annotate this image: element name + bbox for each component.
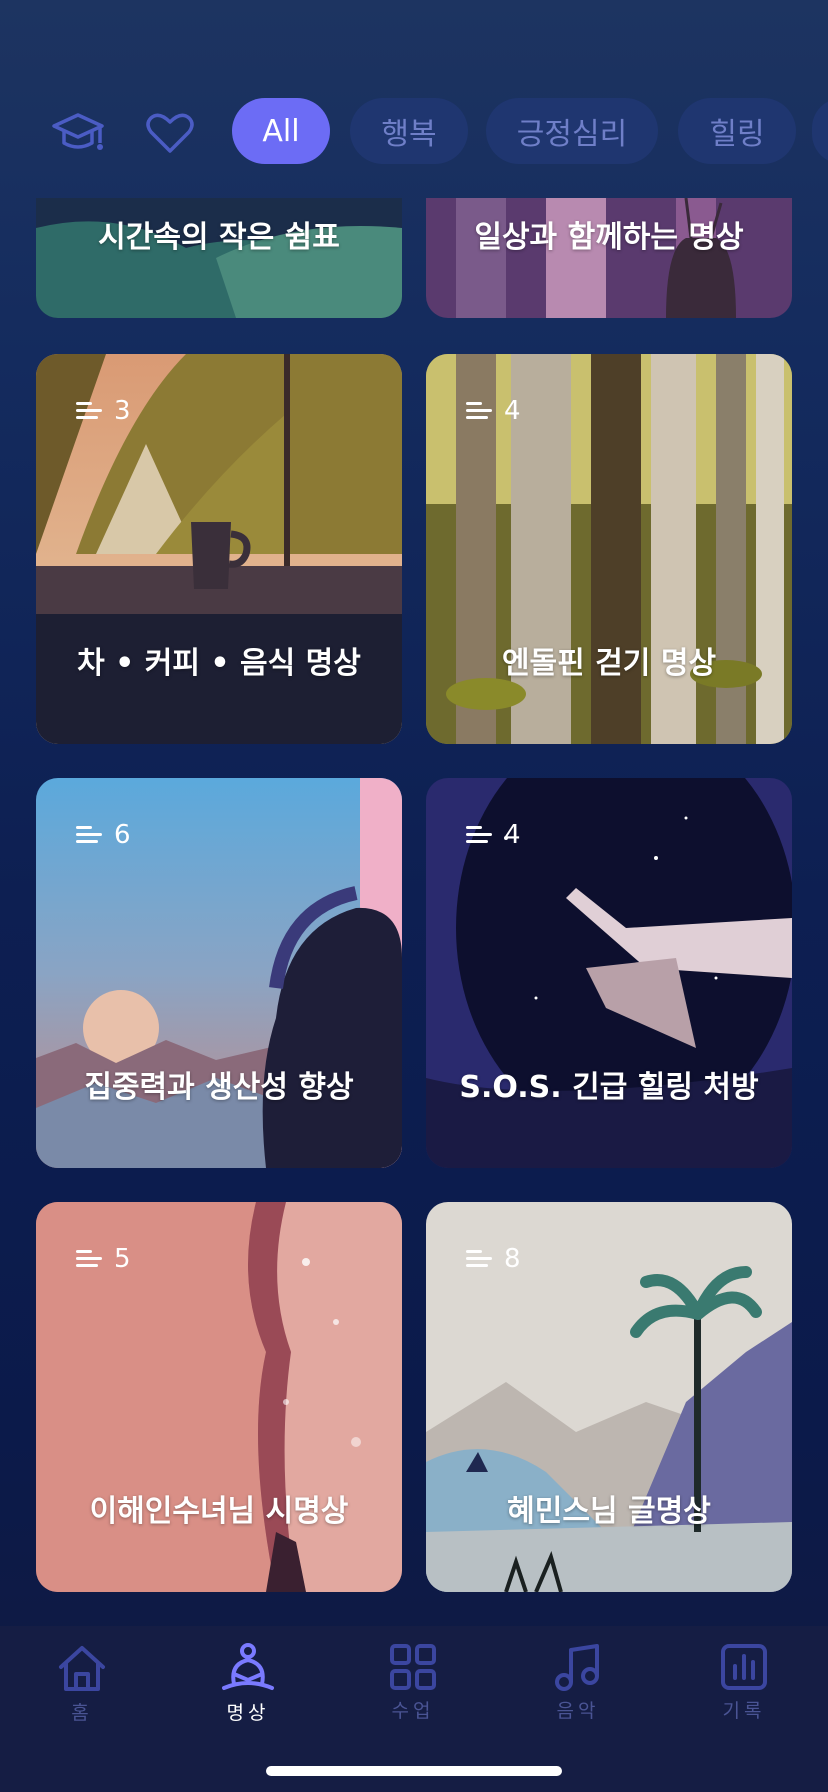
home-icon xyxy=(59,1646,105,1691)
tab-music[interactable]: 음악 xyxy=(518,1642,638,1742)
course-card[interactable]: 4 엔돌핀 걷기 명상 xyxy=(426,354,792,744)
card-title: S.O.S. 긴급 힐링 처방 xyxy=(459,1070,759,1105)
music-note-icon xyxy=(555,1644,599,1691)
course-card[interactable]: 4 S.O.S. 긴급 힐링 처방 xyxy=(426,778,792,1168)
card-title: 일상과 함께하는 명상 xyxy=(474,220,744,255)
list-icon xyxy=(76,826,102,843)
episode-count: 4 xyxy=(466,820,521,850)
tab-meditation[interactable]: 명상 xyxy=(188,1642,308,1742)
heart-icon[interactable] xyxy=(142,108,198,158)
list-icon xyxy=(466,402,492,419)
graduation-cap-icon[interactable] xyxy=(50,108,106,158)
course-card[interactable]: 3 차 • 커피 • 음식 명상 xyxy=(36,354,402,744)
course-card[interactable]: 시간속의 작은 쉼표 xyxy=(36,198,402,318)
filter-chip-all[interactable]: All xyxy=(232,98,330,164)
filter-chip-partial[interactable] xyxy=(812,98,828,164)
course-card[interactable]: 일상과 함께하는 명상 xyxy=(426,198,792,318)
episode-count: 4 xyxy=(466,396,521,426)
episode-count: 8 xyxy=(466,1244,521,1274)
tab-classes[interactable]: 수업 xyxy=(353,1642,473,1742)
chart-icon xyxy=(721,1644,767,1690)
course-card[interactable]: 6 집중력과 생산성 향상 xyxy=(36,778,402,1168)
list-icon xyxy=(466,826,492,843)
list-icon xyxy=(76,1250,102,1267)
home-indicator[interactable] xyxy=(266,1766,562,1776)
episode-count: 5 xyxy=(76,1244,131,1274)
card-title: 집중력과 생산성 향상 xyxy=(84,1070,354,1105)
card-title: 엔돌핀 걷기 명상 xyxy=(501,646,717,681)
card-title: 이해인수녀님 시명상 xyxy=(89,1494,349,1529)
course-grid: 시간속의 작은 쉼표 일상과 함께하는 명상 3 차 • 커피 • 음식 명상 … xyxy=(0,198,828,1612)
tab-records[interactable]: 기록 xyxy=(684,1642,804,1742)
grid-icon xyxy=(390,1644,436,1690)
course-card[interactable]: 5 이해인수녀님 시명상 xyxy=(36,1202,402,1592)
filter-chip-happiness[interactable]: 행복 xyxy=(350,98,468,164)
list-icon xyxy=(76,402,102,419)
filter-chip-healing[interactable]: 힐링 xyxy=(678,98,796,164)
card-title: 차 • 커피 • 음식 명상 xyxy=(77,646,361,681)
card-title: 시간속의 작은 쉼표 xyxy=(98,220,340,255)
course-card[interactable]: 8 혜민스님 글명상 xyxy=(426,1202,792,1592)
category-filter-bar: All 행복 긍정심리 힐링 xyxy=(0,96,828,170)
list-icon xyxy=(466,1250,492,1267)
episode-count: 3 xyxy=(76,396,131,426)
card-title: 혜민스님 글명상 xyxy=(507,1494,711,1529)
filter-chip-positive-psychology[interactable]: 긍정심리 xyxy=(486,98,658,164)
episode-count: 6 xyxy=(76,820,131,850)
meditation-icon xyxy=(222,1643,274,1690)
tab-home[interactable]: 홈 xyxy=(22,1642,142,1742)
